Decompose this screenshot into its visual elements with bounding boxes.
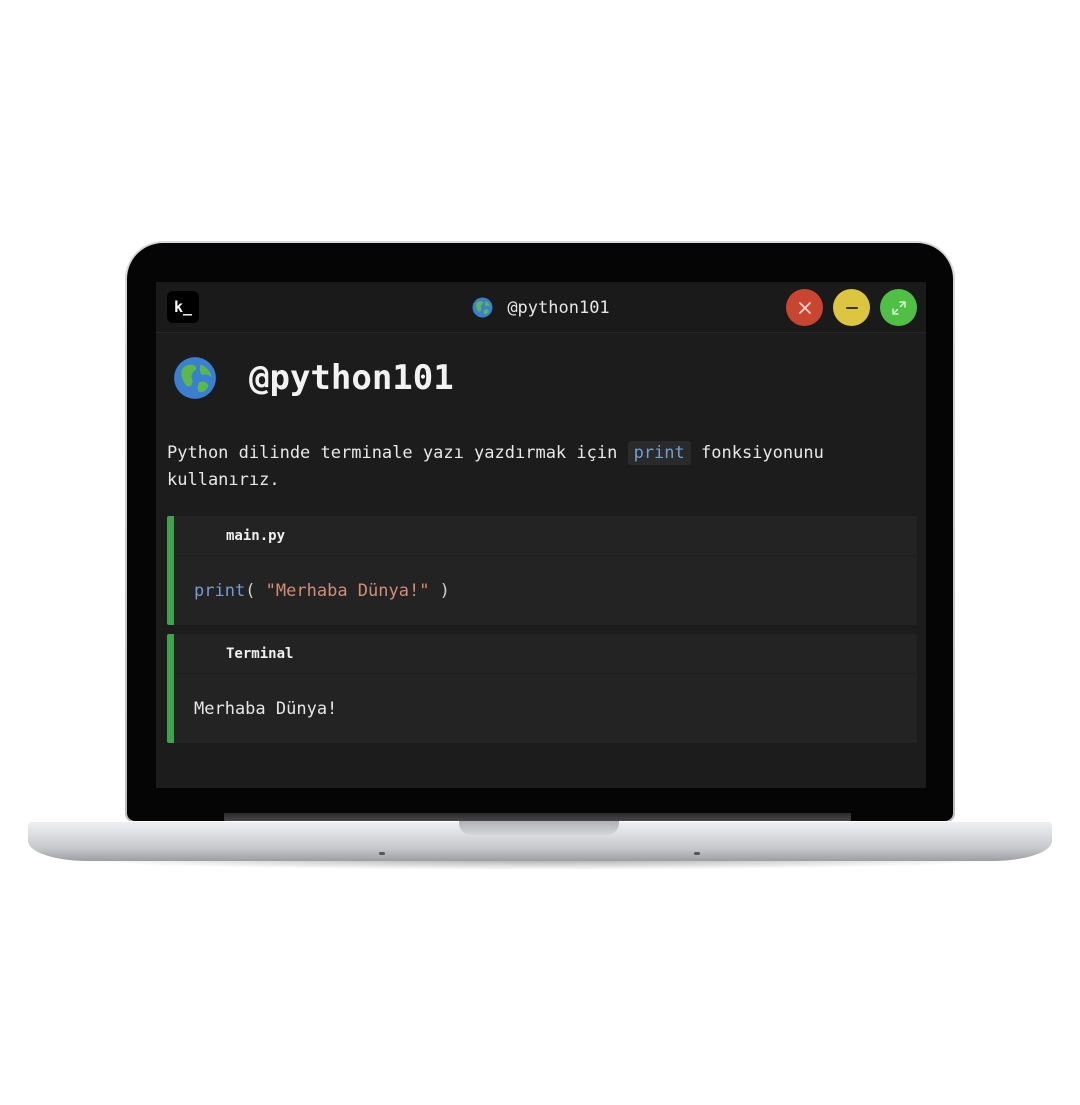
close-button[interactable] — [786, 289, 823, 326]
globe-icon — [472, 297, 493, 318]
code-block-filename: main.py — [174, 516, 917, 556]
code-close-paren: ) — [429, 580, 450, 601]
code-block-main: main.py print( "Merhaba Dünya!" ) — [167, 516, 917, 625]
code-open-paren: ( — [245, 580, 266, 601]
laptop-foot — [694, 852, 700, 855]
terminal-app-icon[interactable]: k_ — [167, 291, 199, 323]
laptop-lid: @python101 k_ @python101 Python dilinde … — [125, 241, 955, 823]
minimize-icon — [845, 306, 858, 309]
code-string: "Merhaba Dünya!" — [265, 580, 430, 601]
minimize-button[interactable] — [833, 289, 870, 326]
laptop-mockup: @python101 k_ @python101 Python dilinde … — [0, 0, 1080, 1105]
page-heading: @python101 — [173, 356, 454, 400]
page-title: @python101 — [249, 358, 454, 398]
laptop-foot — [379, 852, 385, 855]
code-block-terminal: Terminal Merhaba Dünya! — [167, 634, 917, 743]
terminal-output[interactable]: Merhaba Dünya! — [174, 674, 917, 743]
globe-icon — [174, 357, 216, 399]
terminal-block-title: Terminal — [174, 634, 917, 674]
terminal-window: @python101 k_ @python101 Python dilinde … — [156, 282, 926, 788]
code-function: print — [194, 580, 246, 601]
inline-code: print — [627, 441, 691, 465]
paragraph-text: Python dilinde terminale yazı yazdırmak … — [167, 443, 628, 463]
laptop-notch — [459, 821, 619, 835]
maximize-button[interactable] — [880, 289, 917, 326]
window-titlebar: @python101 k_ — [156, 282, 926, 333]
expand-icon — [891, 300, 906, 315]
code-block-content[interactable]: print( "Merhaba Dünya!" ) — [174, 556, 917, 625]
intro-paragraph: Python dilinde terminale yazı yazdırmak … — [167, 440, 917, 494]
close-icon — [798, 301, 811, 314]
window-title-text: @python101 — [507, 297, 610, 318]
laptop-bezel: @python101 k_ @python101 Python dilinde … — [127, 243, 953, 821]
